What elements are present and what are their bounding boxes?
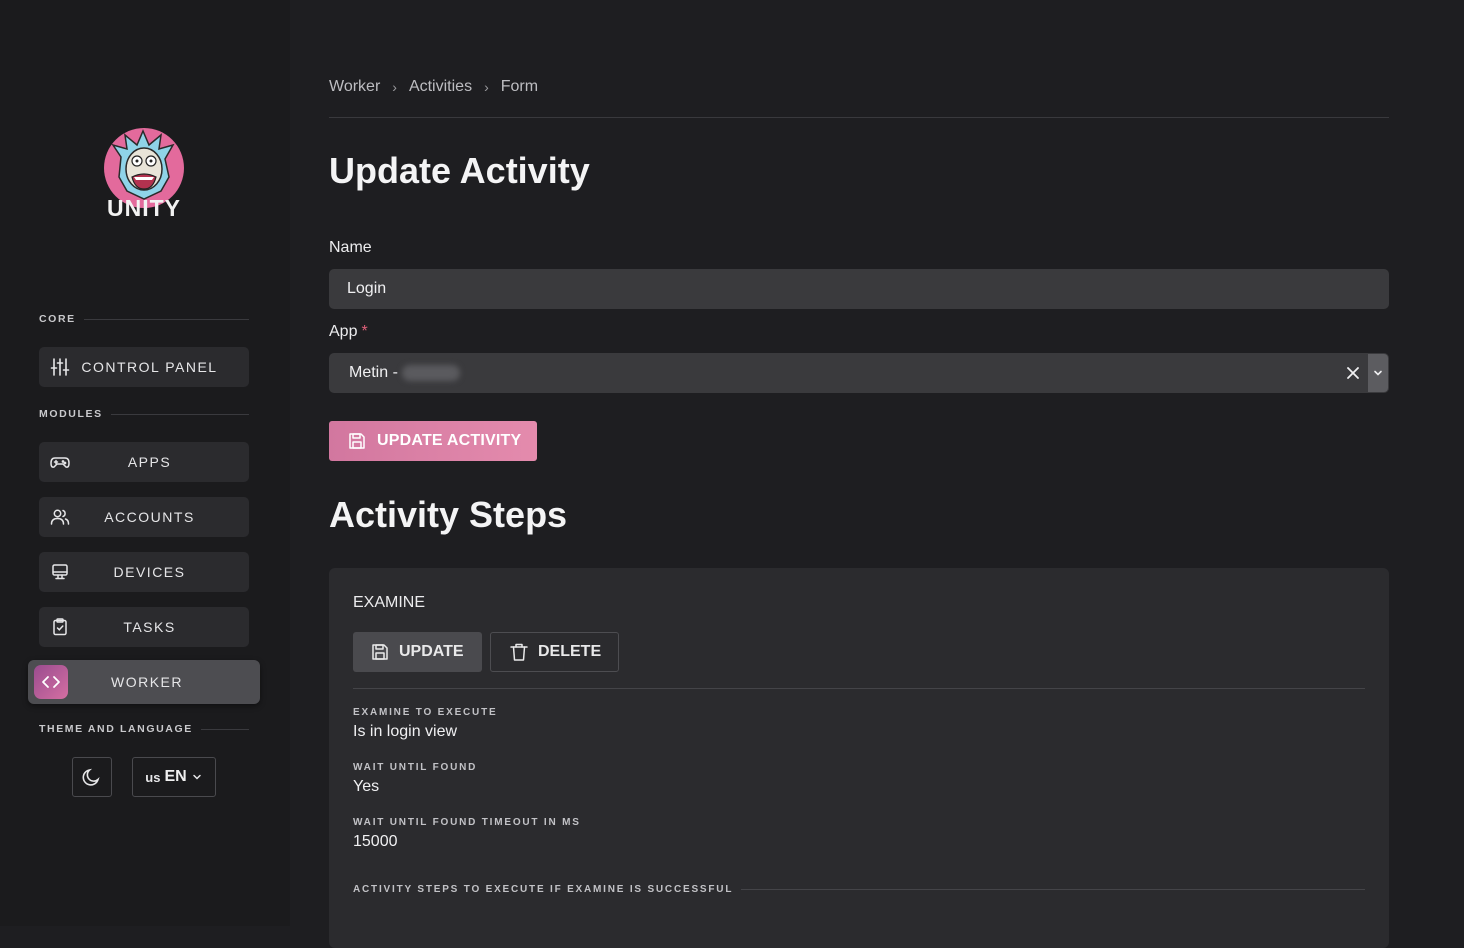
users-icon — [50, 507, 70, 527]
section-label-theme: THEME AND LANGUAGE — [39, 723, 249, 735]
step-delete-label: DELETE — [538, 643, 602, 660]
sidebar-item-label: CONTROL PANEL — [81, 359, 218, 375]
sidebar-item-label: WORKER — [111, 674, 183, 690]
divider — [110, 413, 249, 415]
chevron-down-icon — [192, 774, 201, 780]
clipboard-check-icon — [50, 617, 70, 637]
update-activity-button[interactable]: UPDATE ACTIVITY — [329, 421, 538, 461]
divider — [741, 889, 1365, 890]
success-steps-label: ACTIVITY STEPS TO EXECUTE IF EXAMINE IS … — [353, 884, 734, 895]
activity-step-card: EXAMINE UPDATE DELETE EXAMINE TO EXECUTE… — [329, 568, 1389, 948]
divider — [329, 117, 1389, 118]
divider — [83, 318, 249, 320]
code-icon — [34, 665, 68, 699]
app-label: App * — [329, 323, 368, 341]
divider — [353, 688, 1365, 689]
wait-until-found-label: WAIT UNTIL FOUND — [353, 762, 478, 773]
examine-to-execute-label: EXAMINE TO EXECUTE — [353, 707, 498, 718]
step-type-title: EXAMINE — [353, 594, 426, 611]
monitor-icon — [50, 562, 70, 582]
save-icon — [372, 644, 388, 660]
dropdown-toggle[interactable] — [1368, 354, 1388, 392]
clear-button[interactable] — [1338, 353, 1368, 393]
language-code: EN — [164, 768, 187, 785]
divider — [200, 728, 249, 730]
sliders-icon — [50, 357, 70, 377]
chevron-right-icon: › — [484, 79, 489, 95]
sidebar-item-label: TASKS — [123, 619, 176, 635]
timeout-label: WAIT UNTIL FOUND TIMEOUT IN MS — [353, 817, 581, 828]
chevron-right-icon: › — [392, 79, 397, 95]
wait-until-found-value: Yes — [353, 778, 380, 795]
sidebar-item-worker[interactable]: WORKER — [28, 660, 260, 704]
section-label-text: CORE — [39, 313, 76, 325]
sidebar-item-label: ACCOUNTS — [104, 509, 195, 525]
logo-text: UNITY — [107, 195, 181, 221]
sidebar-item-accounts[interactable]: ACCOUNTS — [39, 497, 249, 537]
gamepad-icon — [50, 452, 70, 472]
sidebar-item-label: DEVICES — [113, 564, 186, 580]
app-label-text: App — [329, 323, 358, 340]
sidebar-item-tasks[interactable]: TASKS — [39, 607, 249, 647]
breadcrumb-worker[interactable]: Worker — [329, 78, 380, 96]
language-selector[interactable]: us EN — [132, 757, 216, 797]
step-update-button[interactable]: UPDATE — [353, 632, 482, 672]
examine-to-execute-value: Is in login view — [353, 723, 458, 740]
step-delete-button[interactable]: DELETE — [490, 632, 619, 672]
breadcrumb-activities[interactable]: Activities — [409, 78, 472, 96]
redacted-text — [401, 365, 460, 381]
step-update-label: UPDATE — [399, 643, 464, 660]
success-steps-section: ACTIVITY STEPS TO EXECUTE IF EXAMINE IS … — [353, 884, 1365, 895]
sidebar-item-control-panel[interactable]: CONTROL PANEL — [39, 347, 249, 387]
chevron-down-icon — [1374, 370, 1382, 376]
moon-icon — [82, 768, 100, 786]
trash-icon — [510, 643, 528, 661]
app-select-value: Metin - — [329, 364, 1338, 382]
sidebar-item-apps[interactable]: APPS — [39, 442, 249, 482]
update-activity-label: UPDATE ACTIVITY — [377, 432, 522, 449]
sidebar: UNITY CORE CONTROL PANEL MODULES APPS AC… — [0, 0, 290, 926]
app-select[interactable]: Metin - — [329, 353, 1389, 393]
breadcrumb: Worker › Activities › Form — [329, 78, 538, 96]
name-label: Name — [329, 239, 372, 256]
section-title-activity-steps: Activity Steps — [329, 494, 568, 535]
page-title: Update Activity — [329, 150, 590, 191]
save-icon — [349, 433, 365, 449]
app-select-text: Metin - — [349, 364, 398, 381]
section-label-core: CORE — [39, 313, 249, 325]
theme-toggle-button[interactable] — [72, 757, 112, 797]
section-label-modules: MODULES — [39, 408, 249, 420]
timeout-value: 15000 — [353, 833, 398, 850]
breadcrumb-form: Form — [500, 78, 539, 95]
section-label-text: THEME AND LANGUAGE — [39, 723, 193, 735]
close-icon — [1347, 367, 1359, 379]
sidebar-item-label: APPS — [127, 454, 172, 470]
sidebar-item-devices[interactable]: DEVICES — [39, 552, 249, 592]
required-marker: * — [361, 323, 368, 340]
flag-icon: us — [145, 769, 161, 785]
name-input[interactable] — [329, 269, 1389, 309]
section-label-text: MODULES — [39, 408, 103, 420]
